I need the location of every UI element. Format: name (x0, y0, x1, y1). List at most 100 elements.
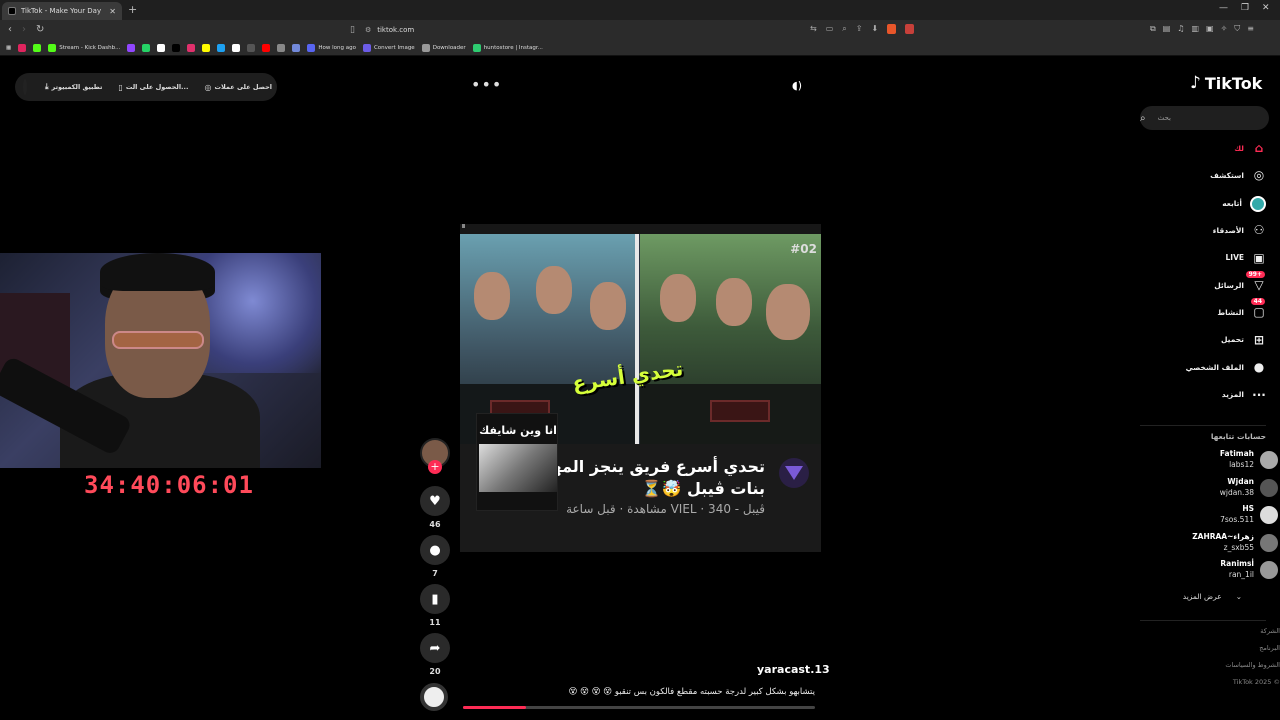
following-account[interactable]: Ranimsأ ran_1il (1140, 559, 1280, 583)
sidebar-item-activity[interactable]: النشاط ▢ 44 (1217, 298, 1266, 319)
media-icon[interactable]: ♫ (1177, 24, 1184, 34)
bookmark-item[interactable] (262, 43, 271, 52)
sidebar-item-label: الأصدقاء (1212, 225, 1244, 235)
share-count: 20 (429, 667, 441, 676)
heart-icon: ♥ (429, 493, 441, 509)
account-username: labs12 (1229, 460, 1254, 469)
bookmark-favicon-icon (172, 43, 181, 52)
desktop-app-button[interactable]: ⤓ تطبيق الكمبيوتر (45, 82, 102, 92)
following-account[interactable]: Fatimah labs12 (1140, 449, 1280, 473)
bookmark-item[interactable] (33, 43, 42, 52)
tiktok-logo[interactable]: ♪ TikTok (1190, 73, 1262, 93)
bookmark-item[interactable]: huntostore | Instagr... (472, 43, 543, 52)
bookmark-item[interactable] (247, 43, 256, 52)
extensions-icon[interactable]: ⧉ (1150, 24, 1156, 34)
bookmark-favicon-icon (48, 43, 57, 52)
sidebar-item-profile[interactable]: الملف الشخصي ● (1186, 360, 1266, 374)
bookmark-item[interactable] (217, 43, 226, 52)
new-tab-button[interactable]: + (128, 3, 137, 16)
author-username[interactable]: yaracast.13 (757, 663, 830, 676)
vpn-icon[interactable]: ⛉ (1234, 24, 1240, 34)
brave-shields-icon[interactable] (887, 24, 897, 34)
sidebar-item-home[interactable]: لك ⌂ (1234, 141, 1266, 155)
sidebar-item-compass[interactable]: استكشف ◎ (1210, 168, 1266, 182)
like-button[interactable]: ♥ (420, 486, 450, 516)
maximize-icon[interactable]: ❐ (1241, 3, 1249, 13)
bookmark-item[interactable]: Convert Image (362, 43, 415, 52)
follow-button[interactable]: + (428, 460, 442, 474)
volume-icon[interactable]: ◖) (792, 79, 802, 92)
save-button[interactable]: ▮ (420, 584, 450, 614)
sidebar-item-label: الملف الشخصي (1185, 362, 1244, 372)
comment-button[interactable]: ● (420, 535, 450, 565)
zoom-icon[interactable]: ⌕ (842, 24, 846, 34)
following-account[interactable]: ZAHRAA~زهراء z_sxb55 (1140, 532, 1280, 556)
sidebar-item-following[interactable]: أتابعه (1222, 195, 1266, 212)
leo-icon[interactable]: ✧ (1221, 24, 1228, 34)
live-icon: ▣ (1253, 250, 1265, 265)
following-account[interactable]: HS 7sos.511 (1140, 504, 1280, 528)
following-avatar-icon (1250, 195, 1266, 212)
sidebar-item-live[interactable]: LIVE ▣ (1226, 251, 1267, 265)
bookmark-item[interactable] (172, 43, 181, 52)
sidebar-item-friends[interactable]: الأصدقاء ⚇ (1213, 223, 1266, 237)
sidebar-item-messages[interactable]: الرسائل ▽ 99+ (1214, 271, 1266, 292)
apps-grid-icon[interactable]: ▦ (6, 45, 11, 51)
bookmark-item[interactable] (277, 43, 286, 52)
sticker-image (479, 444, 557, 492)
brave-rewards-icon[interactable] (905, 24, 915, 34)
bookmark-item[interactable] (157, 43, 166, 52)
bookmark-favicon-icon (292, 43, 301, 52)
bookmark-label: Stream - Kick Dashb... (59, 44, 121, 51)
like-count: 46 (429, 520, 441, 529)
get-app-button[interactable]: ▯ الحصول على الت... (118, 83, 188, 92)
see-more-button[interactable]: عرض المزيد ⌄ (1183, 592, 1242, 601)
forward-icon[interactable]: › (22, 24, 26, 35)
footer-link[interactable]: الشركة (1260, 627, 1280, 635)
share-icon[interactable]: ⇪ (856, 24, 863, 34)
back-icon[interactable]: ‹ (8, 24, 12, 35)
account-name: HS (1242, 504, 1254, 513)
bookmark-item[interactable] (292, 43, 301, 52)
bookmark-item[interactable] (232, 43, 241, 52)
share-button[interactable]: ➦ (420, 633, 450, 663)
browser-tab[interactable]: TikTok - Make Your Day ✕ (2, 2, 122, 20)
bookmark-icon[interactable]: ▯ (350, 25, 355, 35)
get-coins-button[interactable]: ◎ احصل على عملات (204, 83, 272, 92)
more-options-icon[interactable]: ••• (471, 75, 502, 94)
bookmark-item[interactable] (202, 43, 211, 52)
sticker-text: انا وين شايفك (479, 424, 557, 437)
bookmark-item[interactable]: Stream - Kick Dashb... (48, 43, 121, 52)
pill-avatar[interactable] (23, 79, 27, 95)
wallet-icon[interactable]: ▣ (1206, 24, 1214, 34)
meme-sticker: انا وين شايفك (476, 413, 558, 511)
footer-link[interactable]: الشروط والسياسات (1225, 661, 1280, 669)
bookmark-item[interactable] (18, 43, 27, 52)
download-icon[interactable]: ⬇ (871, 24, 878, 34)
bookmark-item[interactable]: Downloader (421, 43, 466, 52)
reader-icon[interactable]: ▤ (1163, 24, 1171, 34)
translate-icon[interactable]: ⇆ (810, 24, 817, 34)
close-window-icon[interactable]: ✕ (1262, 3, 1270, 13)
sidebar-icon[interactable]: ▥ (1191, 24, 1199, 34)
bookmark-item[interactable] (142, 43, 151, 52)
search-input[interactable]: بحث ⌕ (1140, 106, 1269, 130)
search-icon[interactable]: ⌕ (1140, 113, 1146, 124)
bookmark-item[interactable]: How long ago (307, 43, 356, 52)
home-icon: ⌂ (1254, 141, 1264, 155)
music-disc[interactable] (420, 683, 448, 711)
sidebar-item-more[interactable]: المزيد ··· (1222, 388, 1266, 402)
sidebar-item-label: تحميل (1220, 335, 1244, 345)
cast-icon[interactable]: ▭ (826, 24, 834, 34)
minimize-icon[interactable]: — (1219, 3, 1228, 13)
following-account[interactable]: Wjdan wjdan.38 (1140, 477, 1280, 501)
footer-link[interactable]: البرنامج (1259, 644, 1280, 652)
reload-icon[interactable]: ↻ (36, 24, 44, 35)
bookmark-item[interactable] (187, 43, 196, 52)
bookmark-item[interactable] (127, 43, 136, 52)
close-tab-icon[interactable]: ✕ (109, 7, 116, 16)
menu-icon[interactable]: ≡ (1247, 24, 1254, 34)
site-info-icon[interactable]: ⚙ (365, 26, 371, 34)
sidebar-item-upload[interactable]: تحميل ⊞ (1221, 333, 1266, 347)
video-seekbar[interactable] (463, 706, 815, 709)
